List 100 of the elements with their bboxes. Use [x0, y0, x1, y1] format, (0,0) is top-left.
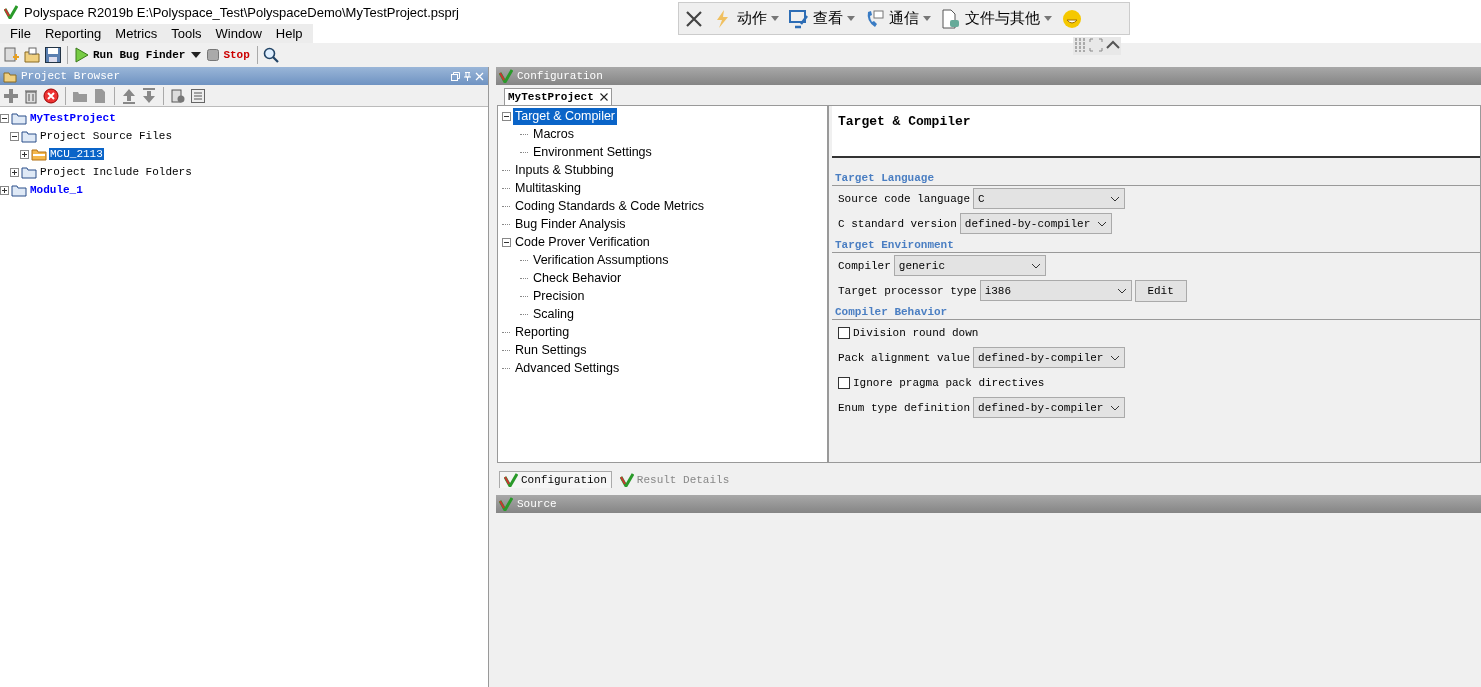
dropdown[interactable]: i386 — [979, 280, 1132, 301]
section-title: Compiler Behavior — [832, 303, 1480, 320]
tree-item[interactable]: MCU_2113 — [49, 148, 104, 160]
tree-item[interactable]: Verification Assumptions — [531, 251, 671, 269]
field-label: Source code language — [838, 192, 971, 205]
stop-button[interactable]: Stop — [205, 48, 252, 62]
search-icon[interactable] — [262, 47, 279, 63]
window-title: Polyspace R2019b E:\Polyspace_Test\PolyspaceDemo\MyTestProject.psprj — [24, 4, 459, 20]
collapse-icon[interactable] — [0, 113, 9, 123]
dropdown[interactable]: defined-by-compiler — [973, 347, 1126, 368]
tree-item[interactable]: Scaling — [531, 305, 576, 323]
field-label: Pack alignment value — [838, 351, 971, 364]
caret-icon — [1044, 16, 1052, 21]
toolbar-menu-button[interactable]: 通信 — [865, 8, 931, 29]
config-icon — [499, 69, 513, 83]
toolbar-menu-button[interactable]: 文件与其他 — [941, 8, 1052, 29]
expand-icon[interactable] — [20, 149, 29, 159]
dropdown-caret-icon[interactable] — [190, 50, 203, 60]
tree-item[interactable]: Project Include Folders — [39, 166, 193, 178]
tree-item[interactable]: Module_1 — [29, 184, 84, 196]
section-title: Target Environment — [832, 236, 1480, 253]
checkbox[interactable] — [838, 326, 850, 339]
panel-header: Configuration — [496, 67, 1481, 85]
field-label: Enum type definition — [838, 401, 971, 414]
stop-icon — [207, 49, 220, 61]
edit-button[interactable]: Edit — [1134, 279, 1187, 302]
checkmark-icon — [499, 497, 513, 511]
checkbox-label: Ignore pragma pack directives — [853, 376, 1045, 389]
dropdown[interactable]: C — [973, 188, 1126, 209]
menu-item[interactable]: Reporting — [38, 26, 108, 41]
chevron-down-icon — [1110, 354, 1121, 361]
trash-icon[interactable] — [23, 87, 39, 104]
run-button[interactable]: Run Bug Finder — [73, 46, 188, 64]
folder-icon — [31, 147, 47, 161]
remove-icon[interactable] — [43, 87, 59, 104]
chevron-down-icon — [1030, 262, 1041, 269]
section-title: Target Language — [832, 158, 1480, 186]
dropdown[interactable]: defined-by-compiler — [959, 213, 1112, 234]
dropdown[interactable]: defined-by-compiler — [973, 397, 1126, 418]
tree-item[interactable]: MyTestProject — [29, 112, 117, 124]
tree-item[interactable]: Project Source Files — [39, 130, 174, 142]
tree-item[interactable]: Run Settings — [513, 341, 589, 359]
collapse-icon[interactable] — [502, 111, 511, 121]
folder-icon — [21, 129, 37, 143]
list-icon[interactable] — [190, 87, 206, 104]
tree-item[interactable]: Precision — [531, 287, 587, 305]
dropdown[interactable]: generic — [893, 255, 1046, 276]
tab[interactable]: MyTestProject — [504, 88, 612, 105]
chevron-down-icon — [1110, 404, 1121, 411]
save-icon[interactable] — [44, 46, 62, 64]
menu-item[interactable]: Tools — [165, 26, 208, 41]
config-icon — [504, 473, 518, 487]
tree-item[interactable]: Bug Finder Analysis — [513, 215, 628, 233]
monitor-icon — [789, 8, 809, 29]
tab[interactable]: Configuration — [499, 471, 612, 488]
field-label: Target processor type — [838, 284, 977, 297]
folder-icon — [11, 183, 27, 197]
tree-item[interactable]: Advanced Settings — [513, 359, 622, 377]
collapse-icon[interactable] — [10, 131, 19, 141]
checkmark-icon — [619, 473, 634, 487]
toolbar-menu-button[interactable]: 动作 — [713, 8, 779, 29]
move-up-icon[interactable] — [121, 87, 137, 104]
panel-header: Project Browser — [0, 67, 488, 85]
move-down-icon[interactable] — [141, 87, 157, 104]
pin-icon[interactable] — [463, 71, 472, 81]
tree-item[interactable]: Multitasking — [513, 179, 583, 197]
caret-icon — [771, 16, 779, 21]
folder-icon — [11, 111, 27, 125]
menu-item[interactable]: Metrics — [109, 26, 164, 41]
collapse-icon[interactable] — [502, 237, 511, 247]
checkbox[interactable] — [838, 376, 850, 389]
tree-item[interactable]: Coding Standards & Code Metrics — [513, 197, 706, 215]
chevron-down-icon — [1110, 195, 1121, 202]
close-icon[interactable] — [685, 9, 703, 28]
chevron-down-icon — [1096, 220, 1107, 227]
field-label: Compiler — [838, 259, 891, 272]
open-folder-icon[interactable] — [23, 46, 41, 64]
tree-item[interactable]: Reporting — [513, 323, 572, 341]
folder-icon — [21, 165, 37, 179]
tree-item[interactable]: Code Prover Verification — [513, 233, 652, 251]
tree-item[interactable]: Target & Compiler — [513, 107, 618, 125]
field-label: C standard version — [838, 217, 957, 230]
tree-item[interactable]: Macros — [531, 125, 576, 143]
menu-item[interactable]: Window — [209, 26, 268, 41]
tree-item[interactable]: Environment Settings — [531, 143, 654, 161]
toolbar-menu-button[interactable]: 查看 — [789, 8, 855, 29]
expand-icon[interactable] — [0, 185, 9, 195]
close-icon[interactable] — [599, 93, 608, 101]
caret-icon — [923, 16, 931, 21]
restore-icon[interactable] — [451, 71, 460, 81]
menu-item[interactable]: File — [4, 26, 37, 41]
caret-icon — [847, 16, 855, 21]
section-heading: Target & Compiler — [838, 114, 972, 129]
tree-item[interactable]: Check Behavior — [531, 269, 624, 287]
chevron-down-icon — [1116, 287, 1127, 294]
add-icon[interactable] — [3, 87, 19, 104]
menu-item[interactable]: Help — [269, 26, 309, 41]
expand-icon[interactable] — [10, 167, 19, 177]
tree-item[interactable]: Inputs & Stubbing — [513, 161, 616, 179]
panel-header: Source — [496, 495, 1481, 513]
